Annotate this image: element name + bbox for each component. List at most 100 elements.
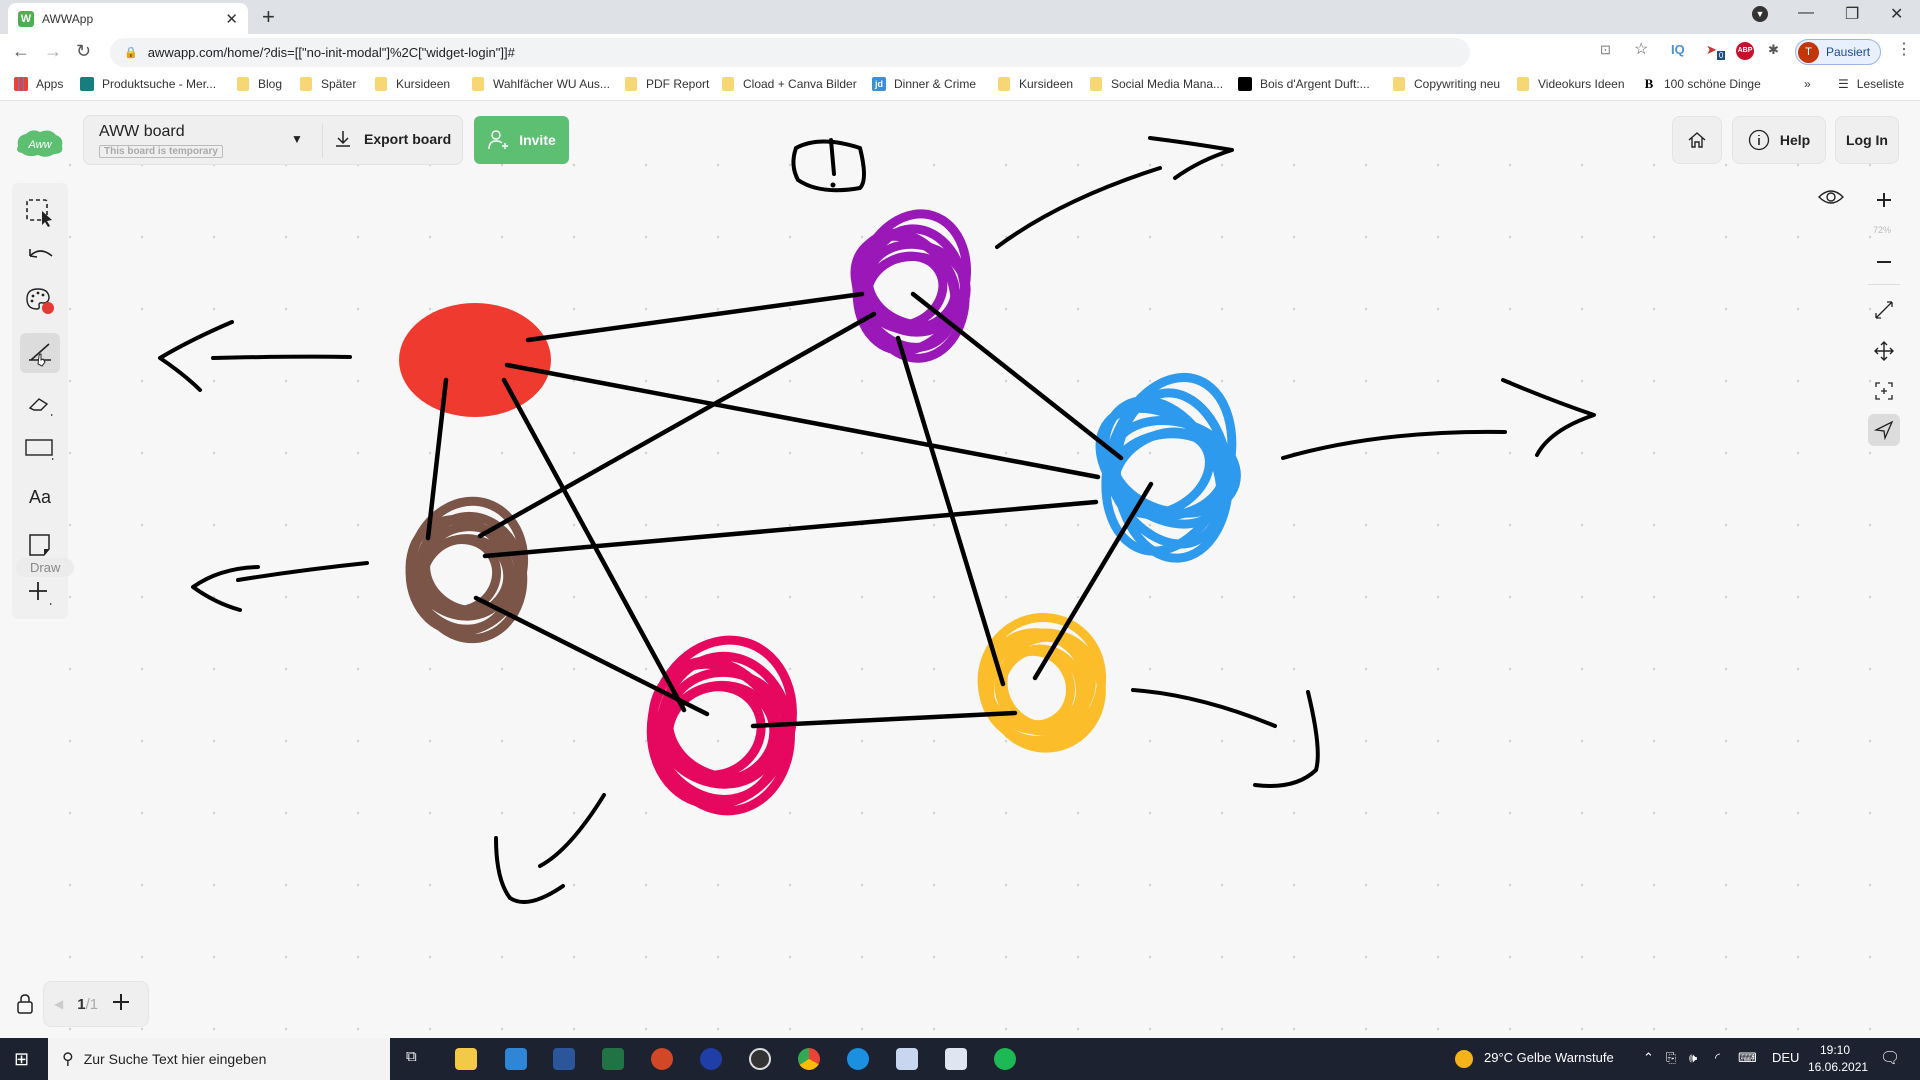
aww-logo-icon[interactable]: Aww <box>14 126 66 160</box>
bookmark-item[interactable]: Kursideen <box>998 77 1073 91</box>
taskbar-search[interactable]: ⚲ Zur Suche Text hier eingeben <box>48 1038 390 1080</box>
export-board-button[interactable]: Export board <box>334 129 451 149</box>
whiteboard-canvas[interactable] <box>0 101 1920 1038</box>
tray-chevron-icon[interactable]: ⌃ <box>1643 1050 1654 1066</box>
more-bookmarks-button[interactable]: » <box>1804 77 1811 91</box>
adblock-icon[interactable]: ABP <box>1736 42 1754 60</box>
jd-icon: jd <box>872 77 886 91</box>
bookmark-item[interactable]: Apps <box>14 77 63 91</box>
word-icon[interactable] <box>553 1048 575 1070</box>
svg-text:Aww: Aww <box>27 139 52 151</box>
camera-icon[interactable]: ⎘ <box>1666 1050 1676 1066</box>
invite-button[interactable]: Invite <box>474 116 569 164</box>
reading-list-button[interactable]: ☰ Leseliste <box>1838 77 1904 91</box>
close-window-button[interactable]: ✕ <box>1890 4 1903 24</box>
language-indicator[interactable]: DEU <box>1772 1050 1799 1065</box>
forward-button[interactable]: → <box>44 41 62 62</box>
home-icon <box>1688 132 1706 148</box>
browser-tab[interactable]: W AWWApp ✕ <box>8 3 248 34</box>
menu-kebab-icon[interactable]: ⋮ <box>1896 39 1912 59</box>
spotify-icon[interactable] <box>994 1048 1016 1070</box>
home-button[interactable] <box>1672 116 1722 164</box>
bookmark-item[interactable]: Bois d'Argent Duft:... <box>1238 77 1370 91</box>
mail-icon[interactable] <box>505 1048 527 1070</box>
bookmark-item[interactable]: Kursideen <box>375 77 450 91</box>
close-tab-icon[interactable]: ✕ <box>225 10 238 28</box>
clock-date[interactable]: 16.06.2021 <box>1808 1060 1868 1074</box>
shape-tool[interactable] <box>20 429 60 469</box>
bookmark-item[interactable]: jd Dinner & Crime <box>872 77 976 91</box>
file-explorer-icon[interactable] <box>455 1048 477 1070</box>
add-page-button[interactable] <box>112 993 130 1015</box>
paint-icon[interactable] <box>896 1048 918 1070</box>
bookmark-item[interactable]: Cload + Canva Bilder <box>722 77 857 91</box>
volume-icon[interactable]: 🕪 <box>1689 1050 1697 1066</box>
help-button[interactable]: Help <box>1732 116 1826 164</box>
bookmark-item[interactable]: Blog <box>237 77 282 91</box>
iq-extension-icon[interactable]: IQ <box>1671 42 1685 57</box>
browser-tab-bar: W AWWApp ✕ + ▼ — ❐ ✕ <box>0 0 1920 34</box>
fullscreen-button[interactable] <box>1868 294 1900 326</box>
eraser-tool[interactable] <box>20 383 60 423</box>
restore-button[interactable]: ❐ <box>1845 4 1859 24</box>
document-app-icon[interactable] <box>945 1048 967 1070</box>
bird-extension-icon[interactable]: ➤ 0 <box>1706 42 1726 60</box>
clock-time[interactable]: 19:10 <box>1820 1043 1850 1057</box>
bookmark-item[interactable]: Produktsuche - Mer... <box>80 77 216 91</box>
minimize-button[interactable]: — <box>1798 4 1814 22</box>
select-tool[interactable] <box>20 193 60 233</box>
page-navigator: ◀ 1 /1 <box>43 981 149 1027</box>
add-tool[interactable] <box>20 573 60 613</box>
export-board-label: Export board <box>364 131 452 147</box>
text-tool[interactable]: Aa <box>20 477 60 517</box>
wifi-icon[interactable]: ◜ <box>1715 1050 1720 1066</box>
bookmark-item[interactable]: B 100 schöne Dinge <box>1642 77 1761 92</box>
pan-button[interactable] <box>1868 335 1900 367</box>
reload-button[interactable]: ↻ <box>76 41 91 62</box>
notifications-icon[interactable]: 🗨 <box>1880 1048 1900 1068</box>
bookmark-item[interactable]: Videokurs Ideen <box>1517 77 1625 91</box>
powerpoint-icon[interactable] <box>651 1048 673 1070</box>
extensions-puzzle-icon[interactable]: ✱ <box>1768 42 1779 58</box>
profile-button[interactable]: T Pausiert <box>1795 39 1881 65</box>
bookmark-label: 100 schöne Dinge <box>1664 77 1761 91</box>
bookmark-item[interactable]: Wahlfächer WU Aus... <box>472 77 610 91</box>
draw-tool[interactable] <box>20 333 60 373</box>
bookmark-item[interactable]: Social Media Mana... <box>1090 77 1223 91</box>
color-tool[interactable] <box>20 281 60 321</box>
bookmark-star-icon[interactable]: ☆ <box>1634 39 1648 59</box>
login-button[interactable]: Log In <box>1835 116 1899 164</box>
excel-icon[interactable] <box>602 1048 624 1070</box>
bookmark-item[interactable]: PDF Report <box>625 77 709 91</box>
prev-page-button[interactable]: ◀ <box>54 997 63 1011</box>
chevron-down-icon[interactable]: ▼ <box>291 132 303 146</box>
undo-tool[interactable] <box>20 234 60 274</box>
fit-to-screen-button[interactable] <box>1868 375 1900 407</box>
obs-icon[interactable] <box>749 1048 771 1070</box>
new-tab-button[interactable]: + <box>262 4 275 30</box>
chrome-icon[interactable] <box>798 1048 820 1070</box>
back-button[interactable]: ← <box>12 41 30 62</box>
keyboard-icon[interactable]: ⌨ <box>1738 1050 1757 1066</box>
zoom-in-button[interactable] <box>1868 184 1900 216</box>
weather-text[interactable]: 29°C Gelbe Warnstufe <box>1484 1050 1614 1065</box>
palette-icon <box>26 288 54 314</box>
task-view-icon[interactable]: ⧉ <box>406 1048 417 1065</box>
edge-icon[interactable] <box>847 1048 869 1070</box>
translate-icon[interactable]: ⊡ <box>1600 42 1611 58</box>
url-bar[interactable]: 🔒 awwapp.com/home/?dis=[["no-init-modal"… <box>110 38 1470 67</box>
laser-pointer-button[interactable] <box>1868 414 1900 446</box>
temporary-board-badge: This board is temporary <box>99 145 223 158</box>
view-toggle-button[interactable] <box>1815 181 1847 213</box>
folder-icon <box>722 77 734 91</box>
board-menu[interactable]: AWW board This board is temporary ▼ Expo… <box>83 115 463 165</box>
reading-list-icon: ☰ <box>1838 77 1849 91</box>
download-icon <box>336 131 350 147</box>
tab-search-icon[interactable]: ▼ <box>1752 6 1768 22</box>
bookmark-item[interactable]: Später <box>300 77 356 91</box>
lock-button[interactable] <box>16 993 34 1020</box>
audio-app-icon[interactable] <box>700 1048 722 1070</box>
bookmark-item[interactable]: Copywriting neu <box>1393 77 1500 91</box>
zoom-out-button[interactable] <box>1868 246 1900 278</box>
windows-start-icon[interactable]: ⊞ <box>14 1049 29 1070</box>
